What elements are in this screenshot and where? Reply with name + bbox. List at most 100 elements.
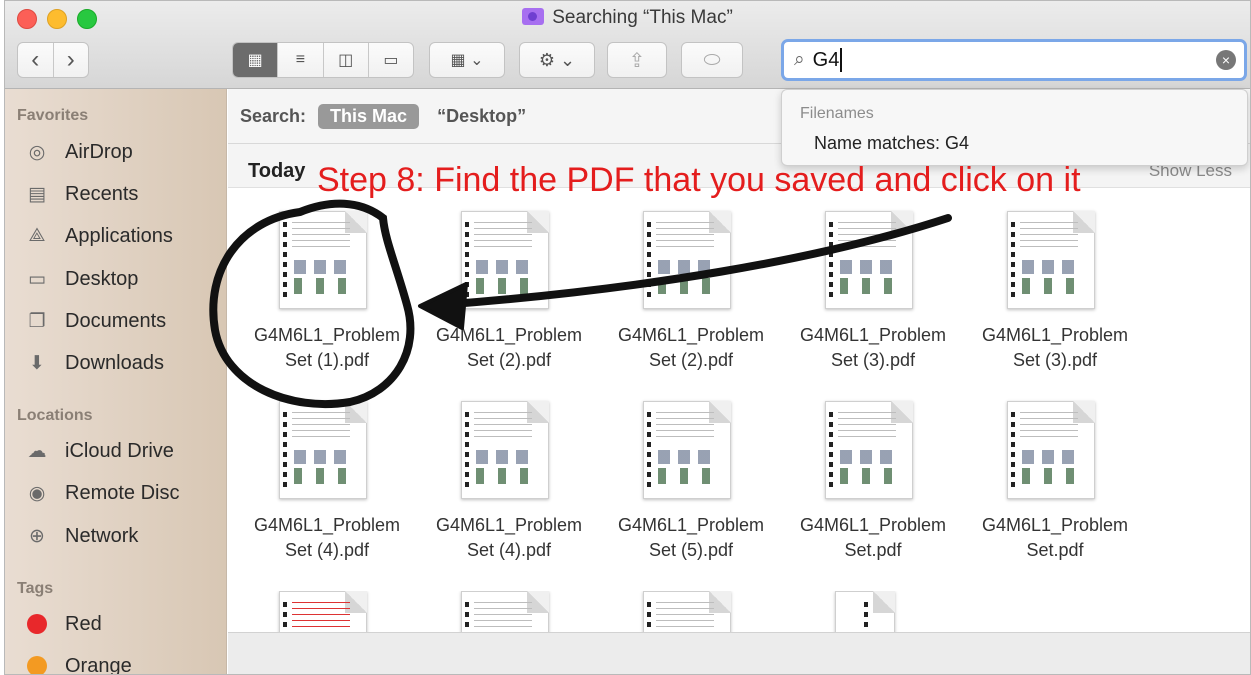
- clear-search-button[interactable]: ×: [1216, 50, 1236, 70]
- file-item[interactable]: G4M6L1_Problem Set (1).pdf: [237, 211, 417, 391]
- file-item-partial[interactable]: [419, 591, 599, 633]
- sidebar-item-applications[interactable]: ⟁ Applications: [25, 221, 173, 251]
- cloud-icon: ☁: [27, 440, 47, 462]
- file-item-partial[interactable]: [237, 591, 417, 633]
- downloads-icon: ⬇: [29, 352, 45, 374]
- sidebar-item-tag-red[interactable]: Red: [25, 609, 102, 639]
- file-item[interactable]: G4M6L1_Problem Set.pdf: [965, 401, 1145, 581]
- file-name: G4M6L1_Problem Set (4).pdf: [435, 515, 583, 560]
- sidebar-header-tags: Tags: [17, 580, 54, 597]
- document-icon: [835, 591, 895, 633]
- tag-color-dot-icon: [25, 612, 49, 636]
- sidebar-item-label: Downloads: [65, 351, 164, 374]
- airdrop-icon: ◎: [28, 141, 46, 163]
- file-item[interactable]: G4M6L1_Problem Set (2).pdf: [419, 211, 599, 391]
- suggestion-header: Filenames: [800, 105, 874, 122]
- sidebar-item-recents[interactable]: ▤ Recents: [25, 179, 138, 209]
- window-title: Searching “This Mac”: [5, 7, 1250, 29]
- section-title: Today: [248, 160, 306, 182]
- toolbar: Searching “This Mac” ‹ › ▦ ≡ ◫ ▭ ▦ ⌄ ⚙ ⌄…: [5, 1, 1250, 89]
- status-bar: [228, 632, 1250, 674]
- smart-folder-icon: [522, 8, 545, 25]
- recents-icon: ▤: [28, 183, 46, 205]
- file-item[interactable]: G4M6L1_Problem Set (2).pdf: [601, 211, 781, 391]
- text-caret: [840, 48, 843, 72]
- disc-icon: ◉: [28, 482, 46, 504]
- search-suggestions-dropdown: Filenames Name matches: G4: [781, 89, 1248, 166]
- search-field[interactable]: ⌕ G4 ×: [781, 39, 1247, 81]
- pdf-document-icon: [1007, 401, 1095, 499]
- file-item[interactable]: G4M6L1_Problem Set (4).pdf: [419, 401, 599, 581]
- list-view-button[interactable]: ≡: [278, 43, 324, 77]
- icon-view-button[interactable]: ▦: [233, 43, 279, 77]
- scope-desktop-button[interactable]: “Desktop”: [437, 106, 526, 127]
- sidebar-item-tag-orange[interactable]: Orange: [25, 651, 132, 675]
- sidebar: Favorites ◎ AirDrop ▤ Recents ⟁ Applicat…: [5, 89, 227, 675]
- pdf-document-icon: [825, 401, 913, 499]
- file-item[interactable]: G4M6L1_Problem Set (3).pdf: [965, 211, 1145, 391]
- pdf-document-icon: [461, 211, 549, 309]
- file-item[interactable]: G4M6L1_Problem Set (4).pdf: [237, 401, 417, 581]
- pdf-document-icon: [461, 401, 549, 499]
- file-name: G4M6L1_Problem Set.pdf: [799, 515, 947, 560]
- sidebar-item-documents[interactable]: ❐ Documents: [25, 306, 166, 336]
- pdf-document-icon: [643, 591, 731, 633]
- file-name: G4M6L1_Problem Set (3).pdf: [981, 325, 1129, 370]
- file-name: G4M6L1_Problem Set (2).pdf: [435, 325, 583, 370]
- sidebar-header-favorites: Favorites: [17, 107, 89, 124]
- file-name: G4M6L1_Problem Set (3).pdf: [799, 325, 947, 370]
- applications-icon: ⟁: [28, 225, 46, 246]
- pdf-document-icon: [279, 211, 367, 309]
- desktop-icon: ▭: [28, 268, 46, 290]
- sidebar-header-locations: Locations: [17, 407, 93, 424]
- network-icon: ⊕: [29, 525, 45, 547]
- tutorial-annotation-text: Step 8: Find the PDF that you saved and …: [317, 161, 1081, 199]
- group-by-button[interactable]: ▦ ⌄: [429, 42, 505, 78]
- finder-window: Searching “This Mac” ‹ › ▦ ≡ ◫ ▭ ▦ ⌄ ⚙ ⌄…: [4, 0, 1251, 675]
- sidebar-item-label: Orange: [65, 654, 132, 675]
- file-item-partial[interactable]: [601, 591, 781, 633]
- column-view-button[interactable]: ◫: [324, 43, 369, 77]
- sidebar-item-remote-disc[interactable]: ◉ Remote Disc: [25, 478, 180, 508]
- file-name: G4M6L1_Problem Set (2).pdf: [617, 325, 765, 370]
- tag-color-dot-icon: [25, 654, 49, 674]
- sidebar-item-airdrop[interactable]: ◎ AirDrop: [25, 137, 133, 167]
- sidebar-item-label: Recents: [65, 182, 139, 205]
- file-name: G4M6L1_Problem Set (4).pdf: [253, 515, 401, 560]
- sidebar-item-label: Documents: [65, 309, 167, 332]
- share-button[interactable]: ⇪: [607, 42, 667, 78]
- suggestion-item-name-matches[interactable]: Name matches: G4: [814, 133, 969, 154]
- file-name: G4M6L1_Problem Set (1).pdf: [253, 325, 401, 370]
- file-item[interactable]: G4M6L1_Problem Set (3).pdf: [783, 211, 963, 391]
- file-name: G4M6L1_Problem Set (5).pdf: [617, 515, 765, 560]
- sidebar-item-network[interactable]: ⊕ Network: [25, 521, 138, 551]
- documents-icon: ❐: [28, 310, 46, 332]
- sidebar-item-label: AirDrop: [65, 140, 133, 163]
- sidebar-item-label: Red: [65, 612, 102, 635]
- tag-button[interactable]: ⬭: [681, 42, 743, 78]
- sidebar-item-label: Remote Disc: [65, 481, 180, 504]
- sidebar-item-icloud-drive[interactable]: ☁ iCloud Drive: [25, 436, 174, 466]
- sidebar-item-label: Desktop: [65, 267, 139, 290]
- sidebar-item-desktop[interactable]: ▭ Desktop: [25, 264, 138, 294]
- sidebar-item-downloads[interactable]: ⬇ Downloads: [25, 348, 164, 378]
- scope-label: Search:: [240, 105, 307, 126]
- gallery-view-button[interactable]: ▭: [369, 43, 413, 77]
- forward-button[interactable]: ›: [54, 43, 89, 77]
- view-mode-control: ▦ ≡ ◫ ▭: [232, 42, 414, 78]
- pdf-document-icon: [1007, 211, 1095, 309]
- pdf-document-icon: [279, 401, 367, 499]
- pdf-document-icon: [643, 401, 731, 499]
- pdf-document-icon: [825, 211, 913, 309]
- search-input[interactable]: G4: [813, 49, 840, 72]
- window-title-text: Searching “This Mac”: [552, 7, 733, 28]
- scope-this-mac-button[interactable]: This Mac: [318, 103, 420, 129]
- file-item[interactable]: G4M6L1_Problem Set (5).pdf: [601, 401, 781, 581]
- file-item-partial[interactable]: [783, 591, 963, 633]
- sidebar-item-label: Network: [65, 524, 139, 547]
- sidebar-item-label: iCloud Drive: [65, 439, 174, 462]
- search-icon: ⌕: [794, 49, 805, 70]
- action-menu-button[interactable]: ⚙ ⌄: [519, 42, 595, 78]
- file-item[interactable]: G4M6L1_Problem Set.pdf: [783, 401, 963, 581]
- back-button[interactable]: ‹: [18, 43, 54, 77]
